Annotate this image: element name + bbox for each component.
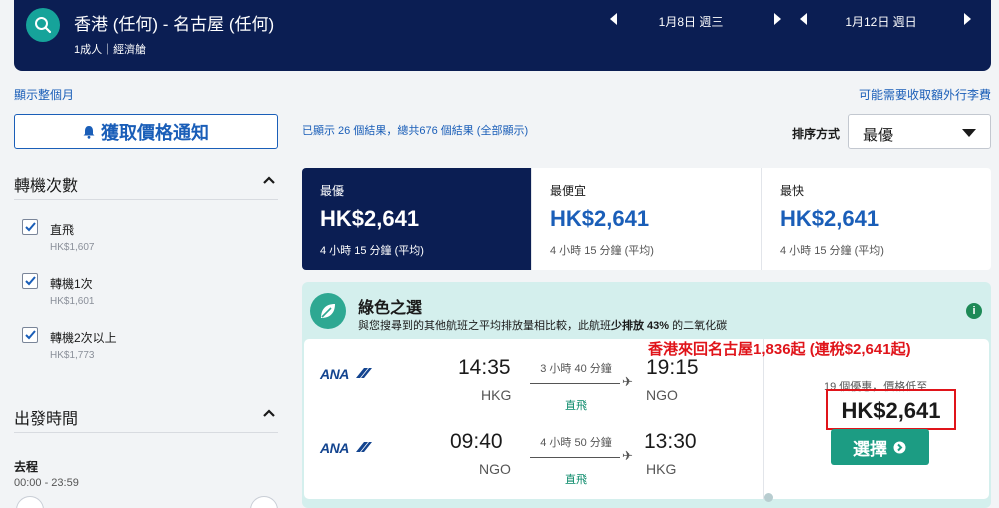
- tab-label: 最便宜: [550, 184, 587, 198]
- tab-label: 最優: [320, 184, 345, 198]
- departure-time-title: 出發時間: [14, 411, 79, 428]
- sort-value: 最優: [863, 127, 894, 144]
- ana-wing-icon: [356, 368, 372, 378]
- next-return-date-icon[interactable]: [961, 11, 973, 27]
- prev-return-date-icon[interactable]: [798, 11, 810, 27]
- flight-line: [530, 457, 620, 458]
- stops-one-checkbox[interactable]: [22, 273, 38, 289]
- prev-depart-date-icon[interactable]: [608, 11, 620, 27]
- airline-logo: ANA: [320, 366, 374, 382]
- green-choice-description: 與您搜尋到的其他航班之平均排放量相比較，此航班少排放 43% 的二氧化碳: [358, 320, 728, 332]
- stops-direct-label: 直飛: [50, 223, 75, 237]
- stops-two-plus-checkbox[interactable]: [22, 327, 38, 343]
- sort-label: 排序方式: [792, 127, 841, 141]
- filter-divider: [14, 199, 278, 200]
- flight-price: HK$2,641: [841, 398, 941, 423]
- next-depart-date-icon[interactable]: [771, 11, 783, 27]
- tab-duration: 4 小時 15 分鐘 (平均): [550, 245, 654, 257]
- stops-one-label: 轉機1次: [50, 277, 93, 291]
- green-choice-card: 綠色之選 與您搜尋到的其他航班之平均排放量相比較，此航班少排放 43% 的二氧化…: [302, 282, 991, 508]
- flight-duration: 4 小時 50 分鐘: [540, 437, 612, 449]
- flight-itinerary[interactable]: ANA 14:35 HKG 3 小時 40 分鐘 ✈ 直飛 19:15 NGO …: [304, 339, 764, 499]
- arrival-time: 13:30: [644, 430, 697, 453]
- departure-airport: HKG: [481, 387, 512, 403]
- leaf-icon: [310, 293, 346, 329]
- checkmark-icon: [25, 276, 36, 286]
- arrival-airport: NGO: [646, 387, 678, 403]
- checkmark-icon: [25, 330, 36, 340]
- arrow-right-icon: [893, 441, 906, 453]
- stops-direct-checkbox[interactable]: [22, 219, 38, 235]
- tab-cheapest[interactable]: 最便宜 HK$2,641 4 小時 15 分鐘 (平均): [532, 168, 762, 270]
- results-count[interactable]: 已顯示 26 個結果，總共676 個結果 (全部顯示): [302, 122, 528, 138]
- flight-duration: 3 小時 40 分鐘: [540, 363, 612, 375]
- flight-line: [530, 383, 620, 384]
- show-month-link[interactable]: 顯示整個月: [14, 86, 74, 103]
- price-highlight-box: HK$2,641: [826, 389, 956, 430]
- airline-logo: ANA: [320, 440, 374, 456]
- card-connector-dot: [764, 493, 773, 502]
- departure-airport: NGO: [479, 461, 511, 477]
- tab-price: HK$2,641: [780, 206, 880, 231]
- tab-best[interactable]: 最優 HK$2,641 4 小時 15 分鐘 (平均): [302, 168, 532, 270]
- info-icon[interactable]: i: [966, 303, 982, 319]
- departure-time: 09:40: [450, 430, 503, 453]
- depart-date[interactable]: 1月8日 週三: [621, 13, 761, 30]
- search-header[interactable]: 香港 (任何) - 名古屋 (任何) 1成人｜經濟艙 1月8日 週三 1月12日…: [14, 0, 991, 71]
- flight-result-card[interactable]: ANA 14:35 HKG 3 小時 40 分鐘 ✈ 直飛 19:15 NGO …: [304, 339, 989, 502]
- outbound-label: 去程: [14, 460, 39, 474]
- plane-icon: ✈: [622, 448, 633, 463]
- passenger-cabin: 1成人｜經濟艙: [74, 44, 147, 56]
- checkmark-icon: [25, 222, 36, 232]
- filter-divider: [14, 432, 278, 433]
- stops-filter-title: 轉機次數: [14, 178, 79, 195]
- sort-dropdown[interactable]: 最優: [848, 114, 991, 149]
- chevron-up-icon[interactable]: [262, 175, 276, 185]
- stops-label: 直飛: [565, 400, 587, 412]
- stops-one-price: HK$1,601: [50, 296, 95, 307]
- outbound-time-range: 00:00 - 23:59: [14, 477, 79, 489]
- green-choice-title: 綠色之選: [358, 300, 423, 317]
- time-slider-start-handle[interactable]: [16, 496, 44, 508]
- chevron-up-icon[interactable]: [262, 408, 276, 418]
- price-alert-button[interactable]: 獲取價格通知: [14, 114, 278, 149]
- stops-two-plus-label: 轉機2次以上: [50, 331, 117, 345]
- departure-time: 14:35: [458, 356, 511, 379]
- stops-two-plus-price: HK$1,773: [50, 350, 95, 361]
- price-annotation: 香港來回名古屋1,836起 (連稅$2,641起): [648, 341, 911, 358]
- sort-tabs: 最優 HK$2,641 4 小時 15 分鐘 (平均) 最便宜 HK$2,641…: [302, 168, 991, 270]
- arrival-airport: HKG: [646, 461, 677, 477]
- ana-wing-icon: [356, 442, 372, 452]
- plane-icon: ✈: [622, 374, 633, 389]
- search-icon[interactable]: [26, 8, 60, 42]
- stops-label: 直飛: [565, 474, 587, 486]
- bell-icon: [83, 125, 95, 139]
- tab-duration: 4 小時 15 分鐘 (平均): [320, 245, 424, 257]
- arrival-time: 19:15: [646, 356, 699, 379]
- tab-duration: 4 小時 15 分鐘 (平均): [780, 245, 884, 257]
- select-button-label: 選擇: [853, 439, 887, 459]
- route-title[interactable]: 香港 (任何) - 名古屋 (任何): [74, 10, 274, 35]
- tab-fastest[interactable]: 最快 HK$2,641 4 小時 15 分鐘 (平均): [762, 168, 991, 270]
- tab-label: 最快: [780, 184, 805, 198]
- time-slider-end-handle[interactable]: [250, 496, 278, 508]
- tab-price: HK$2,641: [550, 206, 650, 231]
- baggage-fee-link[interactable]: 可能需要收取額外行李費: [859, 86, 991, 103]
- stops-direct-price: HK$1,607: [50, 242, 95, 253]
- select-flight-button[interactable]: 選擇: [831, 429, 929, 465]
- caret-down-icon: [962, 129, 976, 137]
- tab-price: HK$2,641: [320, 206, 420, 231]
- return-date[interactable]: 1月12日 週日: [811, 13, 951, 30]
- price-alert-label: 獲取價格通知: [101, 122, 209, 143]
